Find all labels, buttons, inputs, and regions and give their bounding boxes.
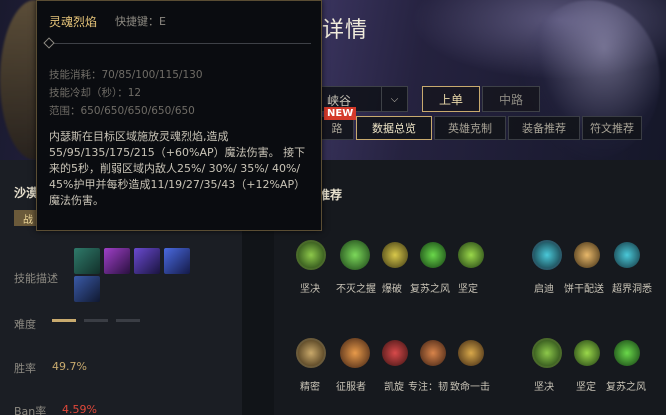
rune-label: 复苏之风 <box>410 284 450 295</box>
precision-tree-icon[interactable] <box>296 338 326 368</box>
resolve-tree-icon[interactable] <box>532 338 562 368</box>
rune-label: 凯旋 <box>384 382 404 393</box>
unflinching-rune-icon[interactable] <box>458 242 484 268</box>
conqueror-rune-icon[interactable] <box>340 338 370 368</box>
tooltip-hotkey: 快捷键：E <box>115 15 166 28</box>
difficulty-label: 难度 <box>14 318 36 331</box>
rune-label: 不灭之握 <box>336 284 376 295</box>
rune-label: 征服者 <box>336 382 366 393</box>
revitalize-rune-icon[interactable] <box>420 242 446 268</box>
champion-name: 详情 <box>322 18 369 43</box>
difficulty-meter <box>52 319 148 322</box>
q-skill-icon[interactable] <box>104 248 130 274</box>
rune-label: 爆破 <box>382 284 402 295</box>
diamond-icon <box>43 37 55 49</box>
banrate-value: 4.59% <box>62 403 97 415</box>
w-skill-icon[interactable] <box>134 248 160 274</box>
skill-tooltip: 灵魂烈焰 快捷键：E 技能消耗：70/85/100/115/130 技能冷却（秒… <box>36 0 322 231</box>
rune-label: 坚定 <box>576 382 596 393</box>
difficulty-bar <box>116 319 140 322</box>
last-stand-rune-icon[interactable] <box>458 340 484 366</box>
demolish-rune-icon[interactable] <box>382 242 408 268</box>
tooltip-description: 内瑟斯在目标区域施放灵魂烈焰,造成55/95/135/175/215（+60%A… <box>49 130 306 207</box>
cosmic-insight-rune-icon[interactable] <box>614 242 640 268</box>
lane-top-button[interactable]: 上单 <box>422 86 480 112</box>
tab-overview[interactable]: 数据总览 <box>356 116 432 140</box>
tooltip-range: 范围：650/650/650/650/650 <box>49 105 195 117</box>
rune-label: 启迪 <box>534 284 554 295</box>
tooltip-cooldown: 技能冷却（秒）：12 <box>49 87 142 99</box>
banrate-label: Ban率 <box>14 405 47 415</box>
winrate-label: 胜率 <box>14 362 36 375</box>
tooltip-skill-name: 灵魂烈焰 <box>49 15 98 29</box>
rune-label: 精密 <box>300 382 320 393</box>
lane-mid-button[interactable]: 中路 <box>482 86 540 112</box>
champion-title: 沙漠 <box>14 186 39 200</box>
r-skill-icon[interactable] <box>74 276 100 302</box>
biscuit-rune-icon[interactable] <box>574 242 600 268</box>
tab-bar: 路 数据总览 英雄克制 装备推荐 符文推荐 <box>320 116 644 140</box>
winrate-value: 49.7% <box>52 360 87 373</box>
new-badge: NEW <box>324 107 357 120</box>
rune-label: 超界洞悉 <box>612 284 652 295</box>
tab-counters[interactable]: 英雄克制 <box>434 116 506 140</box>
rune-label: 饼干配送 <box>564 284 604 295</box>
tab-items[interactable]: 装备推荐 <box>508 116 580 140</box>
tooltip-cost: 技能消耗：70/85/100/115/130 <box>49 69 203 81</box>
rune-label: 复苏之风 <box>606 382 646 393</box>
resolve-tree-icon[interactable] <box>296 240 326 270</box>
rune-label: 坚决 <box>300 284 320 295</box>
revitalize-rune-icon[interactable] <box>614 340 640 366</box>
rune-label: 坚定 <box>458 284 478 295</box>
e-skill-icon[interactable] <box>164 248 190 274</box>
rune-label: 专注：韧 <box>408 382 448 393</box>
rune-label: 致命一击 <box>450 382 490 393</box>
unflinching-rune-icon[interactable] <box>574 340 600 366</box>
tenacity-rune-icon[interactable] <box>420 340 446 366</box>
rune-recommend-panel: 推荐 坚决 不灭之握 爆破 复苏之风 坚定 启迪 饼干配送 超界洞悉 精密 征服… <box>274 160 666 415</box>
difficulty-bar <box>52 319 76 322</box>
triumph-rune-icon[interactable] <box>382 340 408 366</box>
chevron-down-icon[interactable]: ⌵ <box>381 87 407 111</box>
difficulty-bar <box>84 319 108 322</box>
grasp-rune-icon[interactable] <box>340 240 370 270</box>
rune-label: 坚决 <box>534 382 554 393</box>
passive-skill-icon[interactable] <box>74 248 100 274</box>
tab-runes[interactable]: 符文推荐 <box>582 116 642 140</box>
inspiration-tree-icon[interactable] <box>532 240 562 270</box>
skill-label: 技能描述 <box>14 272 58 285</box>
tooltip-divider <box>49 43 311 44</box>
